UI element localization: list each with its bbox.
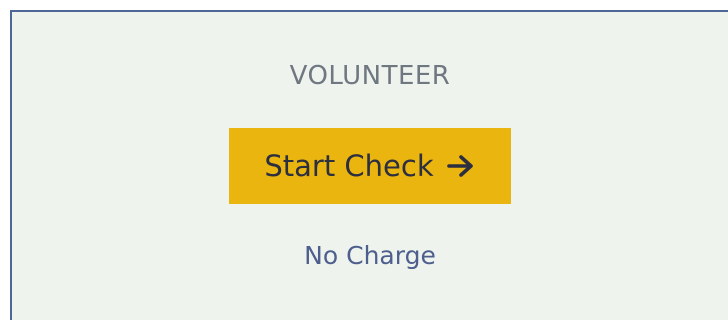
start-check-button[interactable]: Start Check xyxy=(229,128,511,204)
arrow-right-icon xyxy=(446,154,476,178)
volunteer-offer-card: VOLUNTEER Start Check No Charge xyxy=(10,10,728,320)
price-text: No Charge xyxy=(304,241,436,270)
start-check-button-label: Start Check xyxy=(264,149,434,183)
offer-title: VOLUNTEER xyxy=(289,61,451,91)
